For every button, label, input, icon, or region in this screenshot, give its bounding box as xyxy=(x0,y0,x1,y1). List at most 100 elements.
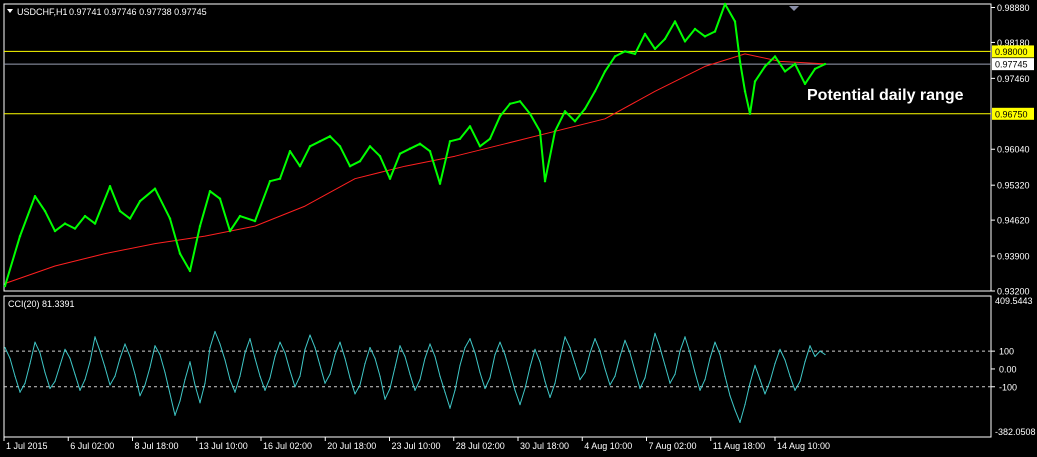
cci-point xyxy=(234,391,236,393)
price-point xyxy=(398,152,402,155)
cci-point xyxy=(614,375,616,377)
price-point xyxy=(813,67,817,71)
cci-point xyxy=(369,347,371,349)
price-point xyxy=(298,165,302,168)
price-axis-label: 0.93900 xyxy=(997,252,1030,262)
price-point xyxy=(448,140,452,143)
cci-point xyxy=(109,384,111,386)
price-axis-label: 0.93200 xyxy=(997,287,1030,297)
price-point xyxy=(498,115,502,118)
cci-point xyxy=(189,361,191,363)
cci-point xyxy=(209,347,211,349)
price-point xyxy=(43,209,47,213)
cci-point xyxy=(504,354,506,356)
cci-point xyxy=(554,382,556,384)
chart-window[interactable]: 0.988800.981800.974600.960400.953200.946… xyxy=(0,0,1037,457)
cci-point xyxy=(59,364,61,366)
cci-point xyxy=(339,341,341,343)
cci-point xyxy=(49,387,51,390)
cci-point xyxy=(54,380,56,382)
price-point xyxy=(683,40,687,43)
cci-point xyxy=(229,379,231,381)
cci-axis-label: -100 xyxy=(999,382,1017,392)
cci-point xyxy=(769,380,771,382)
cci-point xyxy=(539,361,541,363)
cci-point xyxy=(129,355,131,358)
price-point xyxy=(268,180,272,183)
cci-point xyxy=(584,371,586,374)
cci-point xyxy=(659,347,661,349)
cci-point xyxy=(184,379,186,381)
cci-point xyxy=(239,375,241,377)
price-point xyxy=(138,200,142,203)
cci-point xyxy=(679,350,681,352)
price-point xyxy=(773,55,777,58)
level-tag-label: 0.98000 xyxy=(995,47,1028,57)
triangle-down-icon[interactable] xyxy=(7,9,13,13)
price-point xyxy=(553,130,557,133)
price-point xyxy=(573,120,577,123)
cci-point xyxy=(104,366,106,368)
cci-point xyxy=(444,391,446,393)
price-point xyxy=(198,224,202,228)
cci-point xyxy=(254,357,256,359)
cci-point xyxy=(74,373,76,375)
cci-point xyxy=(359,384,361,386)
price-point xyxy=(783,70,787,73)
cci-point xyxy=(199,402,201,404)
cci-point xyxy=(594,338,596,340)
cci-point xyxy=(94,336,96,338)
cci-point xyxy=(24,382,26,384)
cci-layer xyxy=(4,330,991,423)
price-point xyxy=(428,150,432,153)
price-point xyxy=(793,62,797,66)
price-point xyxy=(358,160,362,163)
cci-point xyxy=(809,345,811,347)
price-point xyxy=(63,222,67,225)
cci-point xyxy=(374,357,376,359)
cci-point xyxy=(629,352,631,354)
cci-point xyxy=(739,421,741,423)
cci-point xyxy=(694,371,696,374)
price-point xyxy=(178,252,182,255)
cci-point xyxy=(4,347,6,349)
cci-point xyxy=(364,363,366,365)
cci-point xyxy=(179,400,181,402)
price-point xyxy=(253,219,257,223)
cci-point xyxy=(389,387,391,390)
cci-point xyxy=(469,338,471,340)
cci-point xyxy=(789,375,791,377)
price-point xyxy=(733,20,737,23)
price-point xyxy=(228,229,232,233)
price-point xyxy=(218,197,222,200)
time-axis-label: 7 Aug 02:00 xyxy=(649,441,697,451)
cci-point xyxy=(399,345,401,347)
cci-point xyxy=(69,357,71,359)
cci-axis-label: 409.5443 xyxy=(995,296,1033,306)
scroll-marker-icon[interactable] xyxy=(789,6,799,11)
cci-point xyxy=(814,355,816,358)
cci-point xyxy=(294,386,296,388)
cci-point xyxy=(214,330,216,333)
price-point xyxy=(653,47,657,51)
price-point xyxy=(83,214,87,218)
cci-point xyxy=(639,387,641,390)
cci-point xyxy=(39,352,41,354)
price-point xyxy=(543,180,547,183)
cci-point xyxy=(464,347,466,349)
time-axis-label: 23 Jul 10:00 xyxy=(392,441,441,451)
cci-point xyxy=(299,375,301,377)
cci-point xyxy=(499,341,501,343)
price-axis-label: 0.97460 xyxy=(997,74,1030,84)
cci-point xyxy=(684,336,686,338)
cci-point xyxy=(344,357,346,359)
price-point xyxy=(748,112,752,116)
cci-point xyxy=(404,355,406,358)
price-point xyxy=(118,209,122,213)
cci-point xyxy=(19,391,21,393)
cci-point xyxy=(754,364,756,366)
cci-point xyxy=(99,350,101,352)
cci-point xyxy=(79,389,81,391)
chart-title: USDCHF,H1 xyxy=(17,7,68,17)
cci-point xyxy=(89,361,91,363)
